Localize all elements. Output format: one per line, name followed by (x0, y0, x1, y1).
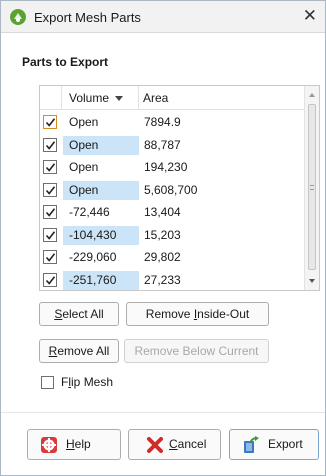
table-row[interactable]: -251,760 27,233 (40, 269, 305, 291)
select-all-label-post: elect All (62, 307, 104, 321)
remove-inside-out-label-pre: Remove (145, 307, 194, 321)
remove-below-current-button[interactable]: Remove Below Current (124, 339, 269, 363)
cell-volume: Open (63, 135, 139, 155)
cell-volume: Open (69, 160, 99, 174)
scroll-thumb[interactable] (308, 104, 316, 270)
cell-area: 29,802 (144, 250, 181, 264)
checkmark-icon (45, 185, 56, 195)
checkmark-icon (45, 275, 56, 285)
help-label: Help (66, 430, 91, 459)
lifebuoy-icon (41, 437, 57, 453)
sort-down-icon (115, 96, 124, 102)
row-checkbox[interactable] (43, 182, 57, 197)
red-x-icon (147, 437, 163, 453)
cell-area: 7894.9 (144, 115, 181, 129)
cell-area: 15,203 (144, 227, 181, 242)
row-checkbox[interactable] (43, 137, 57, 152)
help-accel: H (66, 437, 75, 451)
header-area[interactable]: Area (139, 86, 305, 110)
cell-volume: -251,760 (63, 270, 139, 290)
scroll-down-icon[interactable] (309, 279, 315, 283)
grip-icon (310, 185, 314, 190)
remove-inside-out-label-post: nside-Out (197, 307, 250, 321)
cell-volume: Open (63, 180, 139, 200)
cell-area: 13,404 (144, 205, 181, 219)
title-bar: Export Mesh Parts ✕ (1, 1, 325, 33)
close-icon[interactable]: ✕ (303, 6, 317, 26)
table-row[interactable]: -104,430 15,203 (40, 224, 305, 247)
export-mesh-parts-dialog: Export Mesh Parts ✕ Parts to Export Volu… (0, 0, 326, 476)
scroll-up-icon[interactable] (309, 93, 315, 97)
table-header: Volume Area (40, 86, 305, 110)
cancel-accel: C (169, 437, 178, 451)
cancel-label: Cancel (169, 430, 206, 459)
flip-mesh-label-post: ip Mesh (71, 375, 114, 389)
cell-area: 27,233 (144, 272, 181, 287)
export-button[interactable]: Export (229, 429, 319, 460)
table-row[interactable]: Open 5,608,700 (40, 179, 305, 202)
checkmark-icon (45, 208, 56, 217)
checkmark-icon (45, 140, 56, 150)
header-volume-label: Volume (69, 91, 110, 105)
section-title: Parts to Export (22, 55, 109, 69)
remove-inside-out-button[interactable]: Remove Inside-Out (126, 302, 269, 326)
flip-mesh-label[interactable]: Flip Mesh (61, 375, 113, 389)
row-checkbox[interactable] (43, 160, 57, 174)
row-checkbox[interactable] (43, 250, 57, 264)
table-row[interactable]: Open 88,787 (40, 134, 305, 157)
vertical-scrollbar[interactable] (304, 86, 319, 290)
cell-area: 5,608,700 (144, 182, 198, 197)
cell-volume: -72,446 (69, 205, 110, 219)
row-checkbox[interactable] (43, 205, 57, 219)
export-label: Export (268, 437, 303, 451)
header-area-label: Area (143, 91, 169, 105)
app-logo-icon (10, 9, 26, 25)
export-icon (244, 436, 259, 453)
cancel-label-post: ancel (177, 437, 207, 451)
checkmark-icon (45, 118, 56, 127)
window-title: Export Mesh Parts (34, 10, 141, 25)
cell-volume: -104,430 (63, 225, 139, 245)
remove-all-button[interactable]: Remove All (39, 339, 119, 363)
cell-area: 88,787 (144, 137, 181, 152)
table-row[interactable]: -229,060 29,802 (40, 246, 305, 269)
select-all-button[interactable]: Select All (39, 302, 119, 326)
table-row[interactable]: Open 7894.9 (40, 111, 305, 134)
cell-volume: Open (69, 115, 99, 129)
checkmark-icon (45, 163, 56, 172)
remove-all-accel: R (48, 344, 58, 358)
footer-divider (1, 412, 325, 413)
remove-all-label-post: emove All (57, 344, 110, 358)
cell-area: 194,230 (144, 160, 188, 174)
help-label-post: elp (74, 437, 91, 451)
table-row[interactable]: -72,446 13,404 (40, 201, 305, 224)
header-checkbox-column (40, 86, 62, 110)
help-button[interactable]: Help (27, 429, 121, 460)
checkmark-icon (45, 230, 56, 240)
row-checkbox[interactable] (43, 227, 57, 242)
cell-volume: -229,060 (69, 250, 117, 264)
parts-table[interactable]: Volume Area Open 7894.9 Open 88,787 Open 194,… (39, 85, 320, 291)
row-checkbox[interactable] (43, 272, 57, 287)
cancel-button[interactable]: Cancel (128, 429, 221, 460)
header-volume[interactable]: Volume (62, 86, 139, 110)
checkmark-icon (45, 253, 56, 262)
table-row[interactable]: Open 194,230 (40, 156, 305, 179)
flip-mesh-checkbox[interactable] (41, 376, 54, 389)
row-checkbox[interactable] (43, 115, 57, 129)
